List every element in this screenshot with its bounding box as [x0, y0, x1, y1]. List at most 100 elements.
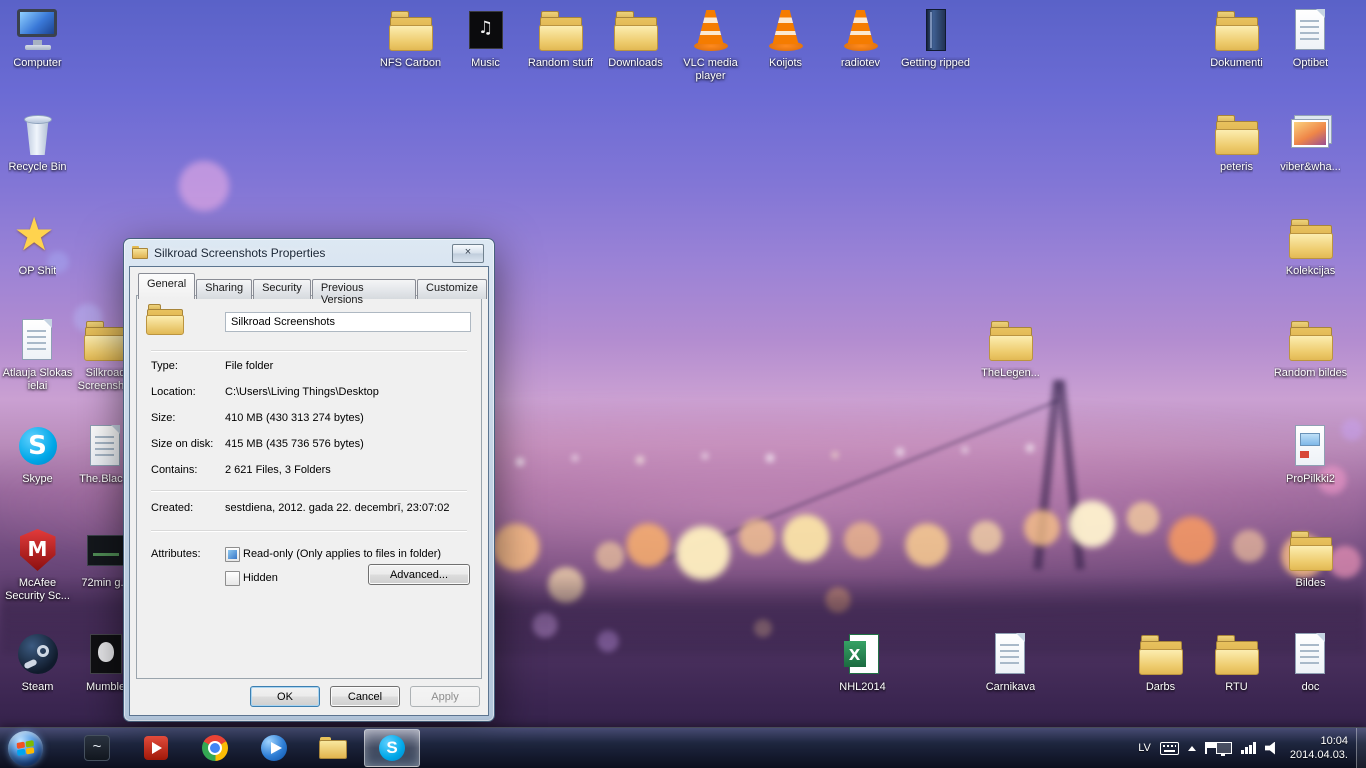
hidden-checkbox[interactable]	[225, 571, 240, 586]
desktop-icon-koijots[interactable]: Koijots	[748, 8, 823, 70]
recycle-icon	[11, 112, 65, 158]
bokeh-light	[831, 451, 839, 459]
taskbar-button-windows-explorer[interactable]	[305, 729, 361, 767]
taskbar-button-skype[interactable]: S	[364, 729, 420, 767]
silkroad-client-icon: ~	[84, 735, 110, 761]
excel-icon: X	[836, 632, 890, 678]
desktop-icon-random-stuff[interactable]: Random stuff	[523, 8, 598, 70]
folder-icon	[1134, 632, 1188, 678]
desktop-icon-dokumenti[interactable]: Dokumenti	[1199, 8, 1274, 70]
taskbar-button-google-chrome[interactable]	[187, 729, 243, 767]
icon-label: OP Shit	[19, 265, 57, 278]
network-icon[interactable]	[1216, 742, 1232, 754]
keyboard-icon[interactable]	[1160, 742, 1179, 755]
tab-customize[interactable]: Customize	[417, 279, 487, 299]
desktop-icon-carnikava[interactable]: Carnikava	[973, 632, 1048, 694]
show-hidden-icons-chevron[interactable]	[1188, 746, 1196, 751]
tab-sharing[interactable]: Sharing	[196, 279, 252, 299]
folder-name-input[interactable]	[225, 312, 471, 332]
signal-bars-icon[interactable]	[1241, 742, 1256, 754]
desktop-icon-bildes[interactable]: Bildes	[1273, 528, 1348, 590]
desktop-icon-viber-wha[interactable]: viber&wha...	[1273, 112, 1348, 174]
bokeh-light	[624, 521, 672, 569]
field-row-size: Size: 410 MB (430 313 274 bytes)	[137, 412, 481, 428]
clock[interactable]: 10:04 2014.04.03.	[1290, 734, 1348, 762]
action-center-flag-icon[interactable]	[1205, 742, 1207, 754]
tab-general[interactable]: General	[138, 273, 195, 299]
advanced-button[interactable]: Advanced...	[368, 564, 470, 585]
desktop-icon-downloads[interactable]: Downloads	[598, 8, 673, 70]
general-tab-page: Type: File folder Location: C:\Users\Liv…	[136, 295, 482, 679]
field-value: 410 MB (430 313 274 bytes)	[225, 412, 364, 424]
bokeh-light	[176, 158, 232, 214]
field-row-type: Type: File folder	[137, 360, 481, 376]
field-label: Size:	[151, 412, 175, 424]
vlc-icon	[684, 8, 738, 54]
folder-icon	[132, 246, 148, 260]
readonly-checkbox[interactable]	[225, 547, 240, 562]
bokeh-light	[968, 519, 1004, 555]
desktop-icon-atlauja-slokas-ielai[interactable]: Atlauja Slokas ielai	[0, 318, 75, 393]
taskbar: ~ S LV 10:04 2014.04.03.	[0, 727, 1366, 768]
desktop-icon-vlc-media-player[interactable]: VLC media player	[673, 8, 748, 83]
desktop-icon-peteris[interactable]: peteris	[1199, 112, 1274, 174]
desktop-icon-radiotev[interactable]: radiotev	[823, 8, 898, 70]
start-button[interactable]	[8, 731, 43, 766]
icon-label: Computer	[13, 57, 61, 70]
field-row-contains: Contains: 2 621 Files, 3 Folders	[137, 464, 481, 480]
icon-label: VLC media player	[674, 57, 748, 83]
bokeh-light	[765, 453, 775, 463]
steam-icon	[11, 632, 65, 678]
desktop-icon-mcafee-security-sc[interactable]: MMcAfee Security Sc...	[0, 528, 75, 603]
desktop-icon-music[interactable]: ♫Music	[448, 8, 523, 70]
separator	[151, 350, 467, 352]
tab-security[interactable]: Security	[253, 279, 311, 299]
ok-button[interactable]: OK	[250, 686, 320, 707]
volume-icon[interactable]	[1265, 742, 1279, 755]
icon-label: RTU	[1225, 681, 1247, 694]
dialog-titlebar[interactable]: Silkroad Screenshots Properties ×	[124, 239, 494, 266]
tab-previous-versions[interactable]: Previous Versions	[312, 279, 416, 299]
desktop-icon-optibet[interactable]: Optibet	[1273, 8, 1348, 70]
field-value: sestdiena, 2012. gada 22. decembrī, 23:0…	[225, 502, 449, 514]
desktop-icon-nfs-carbon[interactable]: NFS Carbon	[373, 8, 448, 70]
apply-button[interactable]: Apply	[410, 686, 480, 707]
bokeh-light	[737, 517, 777, 557]
desktop-icon-darbs[interactable]: Darbs	[1123, 632, 1198, 694]
bokeh-light	[515, 457, 525, 467]
desktop-icon-op-shit[interactable]: ★OP Shit	[0, 216, 75, 278]
desktop-icon-skype[interactable]: SSkype	[0, 424, 75, 486]
desktop-icon-thelegen[interactable]: TheLegen...	[973, 318, 1048, 380]
dialog-buttons: OK Cancel Apply	[250, 686, 480, 707]
taskbar-button-windows-media-player[interactable]	[246, 729, 302, 767]
desktop-icon-rtu[interactable]: RTU	[1199, 632, 1274, 694]
close-icon[interactable]: ×	[452, 244, 484, 263]
desktop-icon-recycle-bin[interactable]: Recycle Bin	[0, 112, 75, 174]
properties-dialog: Silkroad Screenshots Properties × Genera…	[123, 238, 495, 722]
cancel-button[interactable]: Cancel	[330, 686, 400, 707]
field-value: 415 MB (435 736 576 bytes)	[225, 438, 364, 450]
bokeh-light	[1166, 514, 1218, 566]
desktop-icon-random-bildes[interactable]: Random bildes	[1273, 318, 1348, 380]
bokeh-light	[1025, 443, 1035, 453]
show-desktop-button[interactable]	[1356, 728, 1366, 768]
folder-icon	[1210, 632, 1264, 678]
bokeh-light	[635, 455, 645, 465]
desktop-icon-kolekcijas[interactable]: Kolekcijas	[1273, 216, 1348, 278]
icon-label: peteris	[1220, 161, 1253, 174]
folder-icon	[1284, 528, 1338, 574]
taskbar-button-silkroad-client[interactable]: ~	[69, 729, 125, 767]
desktop-icon-propilkki2[interactable]: ProPilkki2	[1273, 424, 1348, 486]
desktop-icon-computer[interactable]: Computer	[0, 8, 75, 70]
folder-icon	[1284, 318, 1338, 364]
bokeh-light	[1125, 500, 1161, 536]
taskbar-button-media-player-classic[interactable]	[128, 729, 184, 767]
icon-label: NFS Carbon	[380, 57, 441, 70]
bokeh-light	[961, 446, 969, 454]
desktop-icon-steam[interactable]: Steam	[0, 632, 75, 694]
clock-date: 2014.04.03.	[1290, 748, 1348, 762]
desktop-icon-doc[interactable]: doc	[1273, 632, 1348, 694]
language-indicator[interactable]: LV	[1138, 742, 1151, 754]
desktop-icon-nhl2014[interactable]: XNHL2014	[825, 632, 900, 694]
desktop-icon-getting-ripped[interactable]: Getting ripped	[898, 8, 973, 70]
